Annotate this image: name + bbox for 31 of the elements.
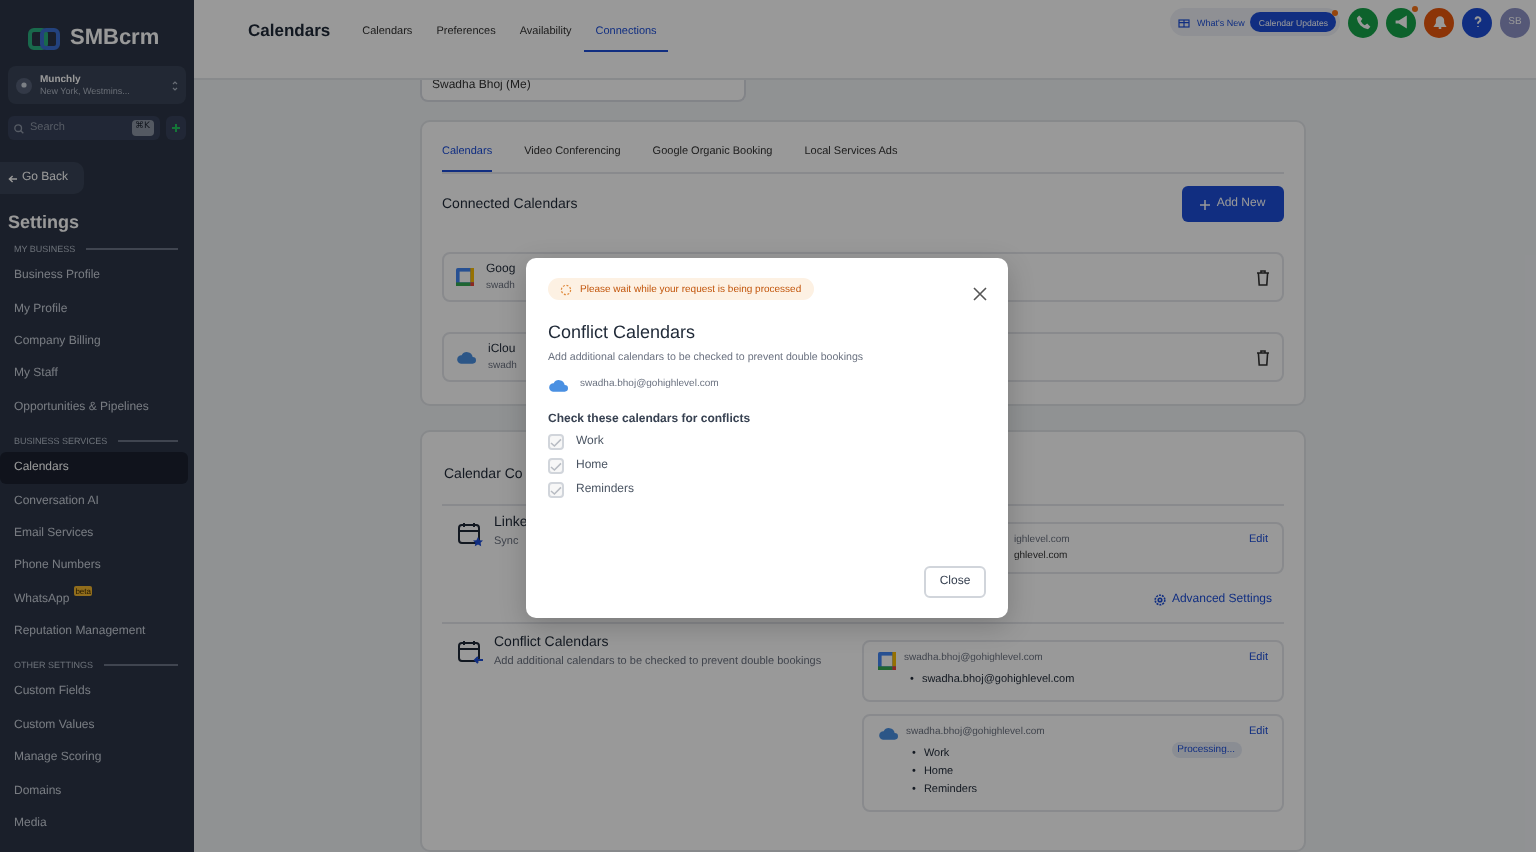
check-icon (550, 461, 562, 471)
calendar-app-icon (878, 652, 896, 670)
bell-icon (1431, 14, 1447, 30)
help-icon (1469, 14, 1485, 30)
dialog-title: Conflict Calendars (548, 322, 698, 342)
help-button[interactable] (1462, 7, 1492, 37)
phone-button[interactable] (1348, 7, 1378, 37)
search-icon (14, 123, 24, 133)
cloud-icon (548, 378, 568, 392)
check-icon (550, 485, 562, 495)
quick-action-button[interactable] (166, 116, 186, 140)
trash-icon[interactable] (1256, 269, 1270, 285)
plus-icon (1200, 199, 1211, 209)
trash-icon[interactable] (1256, 349, 1270, 365)
plus-icon (172, 124, 180, 132)
phone-icon (1355, 14, 1371, 30)
calendar-app-icon (456, 268, 474, 286)
check-icon (550, 437, 562, 447)
megaphone-icon (1393, 14, 1409, 30)
page-title: Calendars (248, 20, 331, 44)
spinner-icon (560, 283, 572, 295)
arrow-left-icon (8, 173, 18, 183)
cloud-icon (456, 350, 476, 364)
bell-button[interactable] (1424, 7, 1454, 37)
gear-icon (1153, 594, 1166, 606)
cloud-icon (878, 726, 898, 740)
megaphone-button[interactable] (1386, 7, 1416, 37)
settings-title: Settings (8, 212, 82, 232)
logo-text: SMBcrm (70, 26, 160, 50)
logo-icon (28, 27, 60, 49)
location-icon (16, 77, 32, 93)
